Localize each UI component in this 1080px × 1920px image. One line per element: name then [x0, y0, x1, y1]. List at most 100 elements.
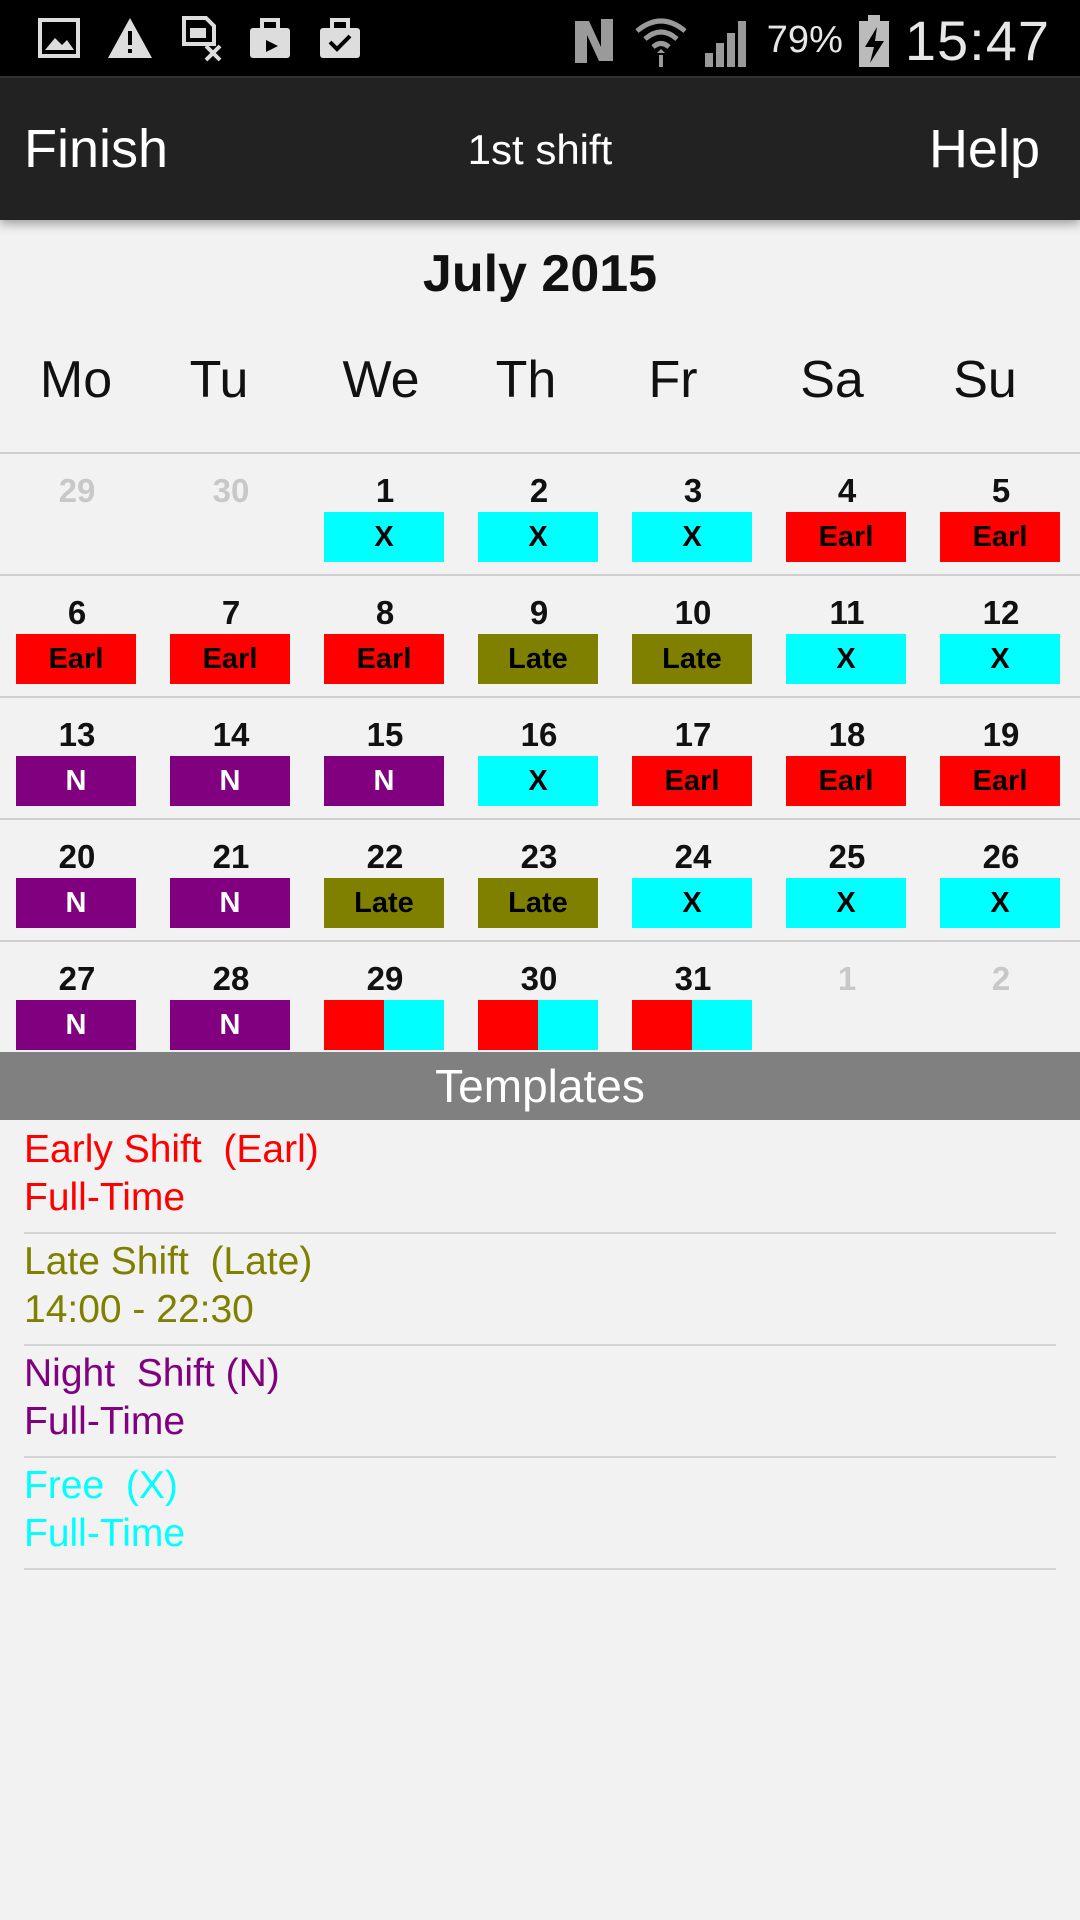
template-name: Free (X) [24, 1464, 178, 1507]
weekday-label: Mo [39, 351, 113, 409]
calendar-day-cell[interactable]: 28 N [154, 942, 308, 1062]
shift-chip: X [478, 756, 598, 806]
calendar-day-cell[interactable]: 26 X [924, 820, 1078, 940]
day-number: 30 [212, 472, 250, 509]
templates-list: Early Shift (Earl) Full-Time Late Shift (L… [24, 1122, 1056, 1570]
calendar-day-cell[interactable]: 20 N [0, 820, 154, 940]
calendar-day-cell[interactable]: 2 [924, 942, 1078, 1062]
day-number: 15 [366, 716, 404, 753]
calendar-day-cell[interactable]: 2X [462, 454, 616, 574]
calendar-week-row: 13 N 14 N 15 N 16 X 17 Earl 18 Earl 19 Earl [0, 696, 1080, 818]
nfc-icon [574, 18, 613, 63]
calendar-day-cell[interactable]: 19 Earl [924, 698, 1078, 818]
screen-title: 1st shift [467, 126, 613, 173]
calendar-day-cell[interactable]: 30 [154, 454, 308, 574]
day-number: 1 [375, 472, 395, 509]
weekday-label: Sa [800, 351, 864, 409]
shift-chip: X [786, 634, 906, 684]
calendar-day-cell[interactable]: 11 X [770, 576, 924, 696]
shift-chip: N [170, 1000, 290, 1050]
month-title: July 2015 [422, 245, 658, 303]
shift-chip: Late [478, 878, 598, 928]
day-number: 29 [366, 960, 404, 997]
day-number: 23 [520, 838, 558, 875]
shift-chip: X [632, 512, 752, 562]
shift-chip: X [324, 512, 444, 562]
shift-chip: X [940, 634, 1060, 684]
template-item[interactable]: Night Shift (N) Full-Time [24, 1346, 1056, 1458]
day-number: 19 [982, 716, 1020, 753]
calendar-day-cell[interactable]: 21 N [154, 820, 308, 940]
calendar-day-cell[interactable]: 29 [0, 454, 154, 574]
calendar-day-cell[interactable]: 15 N [308, 698, 462, 818]
day-number: 7 [221, 594, 241, 631]
calendar-week-row: 29 30 1 X 2 X 3 X 4 Earl 5 Earl [0, 452, 1080, 574]
split-shift-chip [632, 1000, 752, 1050]
shift-chip: Late [478, 634, 598, 684]
calendar-day-cell[interactable]: 10 Late [616, 576, 770, 696]
templates-header: Templates [0, 1052, 1080, 1120]
day-number: 4 [837, 472, 857, 509]
calendar-day-cell[interactable]: 9 Late [462, 576, 616, 696]
battery-percent: 79% [766, 19, 843, 61]
calendar-day-cell[interactable]: 27 N [0, 942, 154, 1062]
calendar-day-cell[interactable]: 5 Earl [924, 454, 1078, 574]
day-number: 25 [828, 838, 866, 875]
calendar-day-cell[interactable]: 13 N [0, 698, 154, 818]
calendar-day-cell[interactable]: 31 [616, 942, 770, 1062]
calendar-day-cell[interactable]: 7 Earl [154, 576, 308, 696]
calendar-day-cell[interactable]: 12 X [924, 576, 1078, 696]
day-number: 26 [982, 838, 1020, 875]
calendar-day-cell[interactable]: 17 Earl [616, 698, 770, 818]
calendar-day-cell[interactable]: 22 Late [308, 820, 462, 940]
day-number: 13 [58, 716, 96, 753]
calendar-day-cell[interactable]: 30 [462, 942, 616, 1062]
day-number: 9 [529, 594, 549, 631]
weekday-header: Mo Tu We Th Fr Sa Su [0, 350, 1080, 420]
calendar-day-cell[interactable]: 1 [770, 942, 924, 1062]
calendar-day-cell[interactable]: 16 X [462, 698, 616, 818]
help-button[interactable]: Help [929, 118, 1040, 180]
shift-half [692, 1000, 752, 1050]
weekday-label: We [342, 351, 420, 409]
shift-chip: N [16, 878, 136, 928]
briefcase-check-icon [320, 18, 360, 58]
shift-chip: Earl [16, 634, 136, 684]
status-bar: 79% 15:47 [0, 0, 1080, 76]
battery-charging-icon [858, 14, 889, 67]
template-detail: Full-Time [24, 1512, 186, 1555]
template-item[interactable]: Early Shift (Earl) Full-Time [24, 1122, 1056, 1234]
shift-half [384, 1000, 444, 1050]
weekday-label: Fr [648, 351, 698, 409]
split-shift-chip [324, 1000, 444, 1050]
day-number: 6 [67, 594, 87, 631]
shift-chip: X [940, 878, 1060, 928]
day-number: 18 [828, 716, 866, 753]
day-number: 31 [674, 960, 712, 997]
system-status: 79% 15:47 [569, 8, 1050, 73]
calendar-week-row: 20 N 21 N 22 Late 23 Late 24 X 25 X 26 X [0, 818, 1080, 940]
calendar-day-cell[interactable]: 14 N [154, 698, 308, 818]
day-number: 29 [58, 472, 96, 509]
calendar-week-row: 6 Earl 7 Earl 8 Earl 9 Late 10 Late 11 X 12 X [0, 574, 1080, 696]
calendar-day-cell[interactable]: 25 X [770, 820, 924, 940]
template-item[interactable]: Late Shift (Late) 14:00 - 22:30 [24, 1234, 1056, 1346]
calendar-day-cell[interactable]: 1X [308, 454, 462, 574]
template-detail: 14:00 - 22:30 [24, 1288, 254, 1331]
calendar-day-cell[interactable]: 8 Earl [308, 576, 462, 696]
shift-chip: N [324, 756, 444, 806]
shift-half [478, 1000, 538, 1050]
template-item[interactable]: Free (X) Full-Time [24, 1458, 1056, 1570]
calendar-day-cell[interactable]: 24 X [616, 820, 770, 940]
calendar-day-cell[interactable]: 29 [308, 942, 462, 1062]
calendar-day-cell[interactable]: 18 Earl [770, 698, 924, 818]
calendar-day-cell[interactable]: 6 Earl [0, 576, 154, 696]
day-number: 28 [212, 960, 250, 997]
shift-chip: Earl [786, 512, 906, 562]
calendar-day-cell[interactable]: 4 Earl [770, 454, 924, 574]
calendar-day-cell[interactable]: 23 Late [462, 820, 616, 940]
weekday-label: Th [495, 351, 557, 409]
day-number: 1 [837, 960, 857, 997]
shift-chip: N [170, 756, 290, 806]
calendar-day-cell[interactable]: 3X [616, 454, 770, 574]
